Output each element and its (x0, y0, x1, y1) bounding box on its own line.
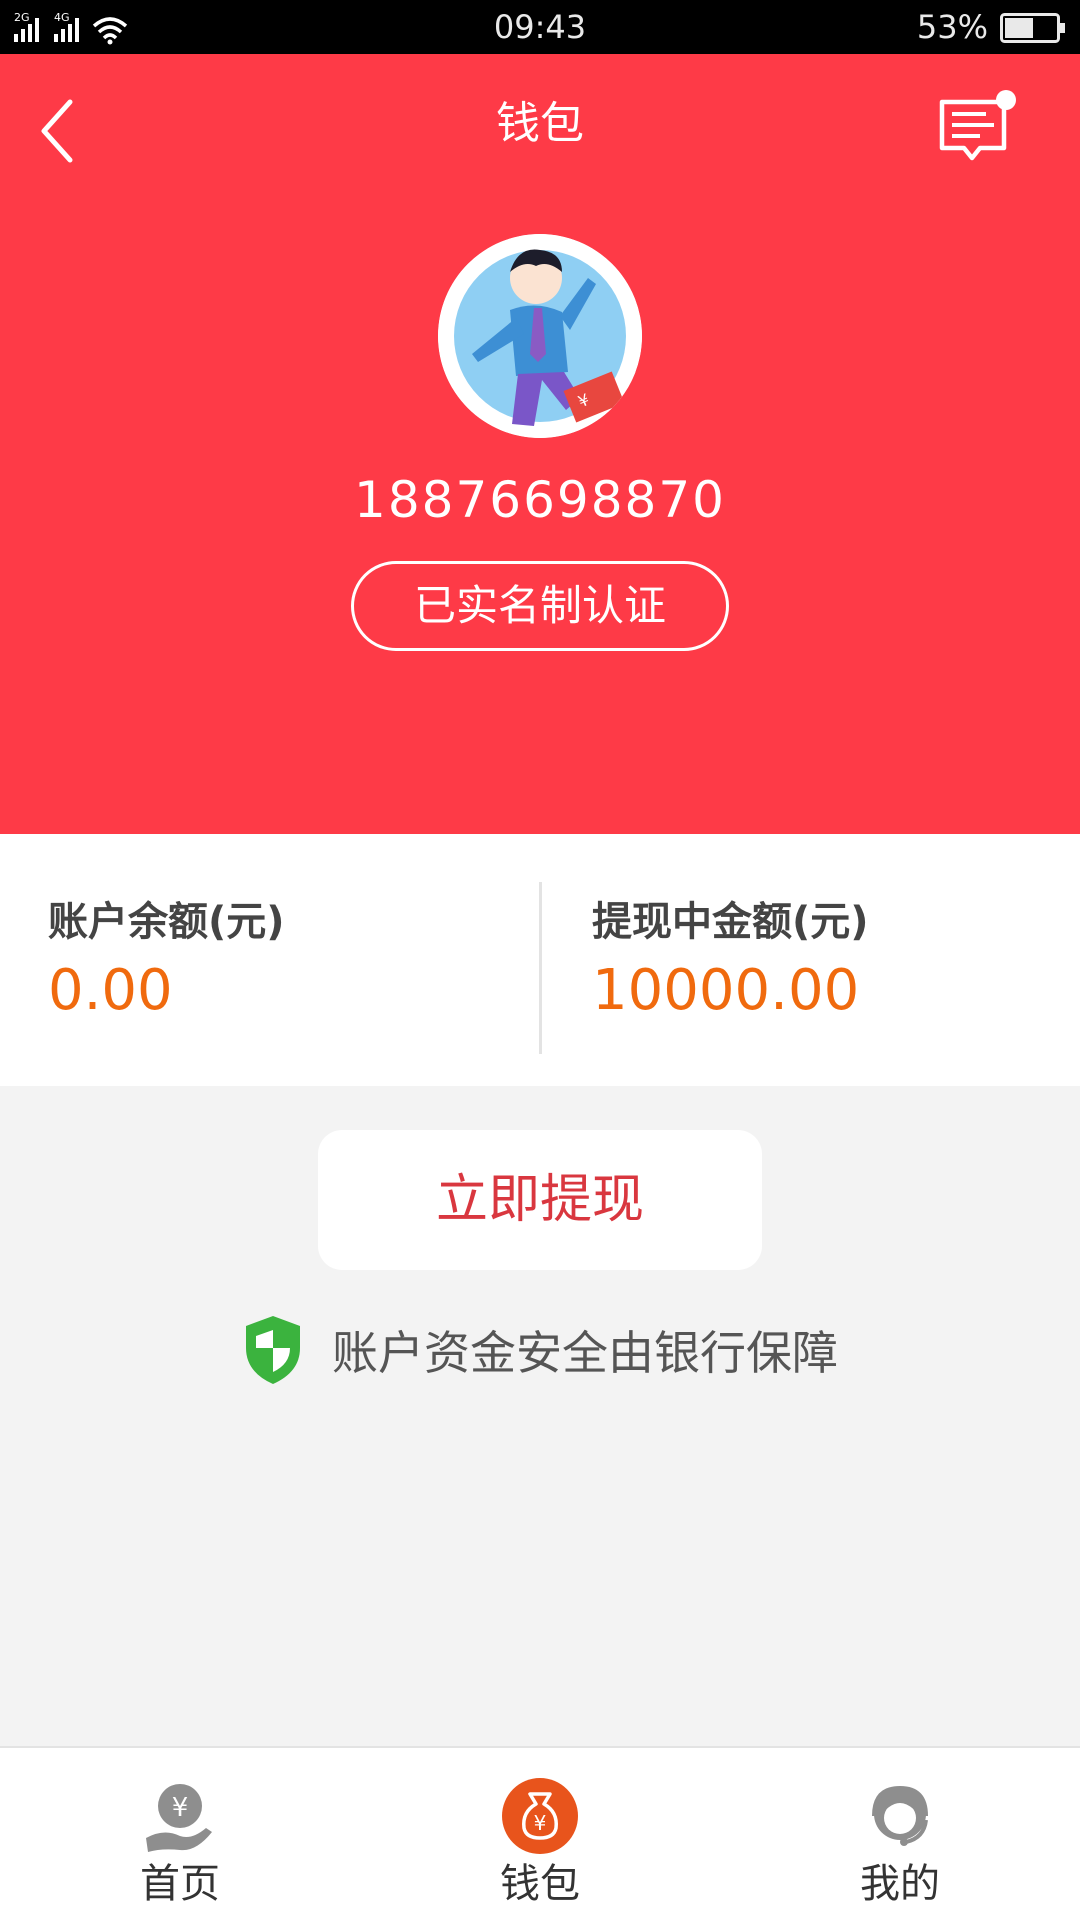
tab-wallet[interactable]: ¥ 钱包 (360, 1748, 720, 1920)
withdrawing-amount: 提现中金额(元) 10000.00 (592, 894, 869, 1028)
account-balance: 账户余额(元) 0.00 (48, 894, 285, 1028)
bottom-tab-bar: ¥ 首页 ¥ 钱包 我的 (0, 1746, 1080, 1920)
balance-divider (539, 882, 542, 1054)
account-balance-value: 0.00 (48, 958, 173, 1023)
svg-text:¥: ¥ (172, 1793, 189, 1823)
shield-icon (246, 1316, 300, 1384)
status-bar: 2G 4G 09:43 53% (0, 0, 1080, 54)
home-yuan-hand-icon: ¥ (146, 1784, 212, 1852)
page-title: 钱包 (496, 98, 584, 149)
battery-icon (1000, 13, 1065, 43)
wallet-header: 钱包 ¥ 18876698870 已实名制认证 (0, 54, 1080, 834)
battery-percent: 53% (916, 8, 988, 46)
tab-profile-label: 我的 (860, 1861, 940, 1907)
real-name-verified-badge[interactable]: 已实名制认证 (351, 561, 729, 651)
tab-home[interactable]: ¥ 首页 (0, 1748, 360, 1920)
security-notice-text: 账户资金安全由银行保障 (332, 1326, 838, 1380)
tab-profile[interactable]: 我的 (720, 1748, 1080, 1920)
withdrawing-amount-value: 10000.00 (592, 958, 860, 1023)
avatar[interactable]: ¥ (438, 234, 642, 438)
phone-number: 18876698870 (354, 471, 726, 529)
tab-home-label: 首页 (140, 1861, 220, 1907)
balance-panel: 账户余额(元) 0.00 提现中金额(元) 10000.00 (0, 834, 1080, 1086)
wallet-moneybag-icon: ¥ (502, 1778, 578, 1854)
svg-text:¥: ¥ (534, 1811, 547, 1835)
avatar-cartoon-icon: ¥ (438, 234, 642, 438)
profile-headset-icon (872, 1785, 928, 1846)
message-notification-icon[interactable] (936, 88, 1020, 168)
tab-wallet-label: 钱包 (500, 1861, 580, 1907)
withdraw-now-button[interactable]: 立即提现 (318, 1130, 762, 1270)
withdrawing-amount-label: 提现中金额(元) (592, 899, 869, 945)
account-balance-label: 账户余额(元) (48, 899, 285, 945)
security-notice: 账户资金安全由银行保障 (0, 1310, 1080, 1390)
